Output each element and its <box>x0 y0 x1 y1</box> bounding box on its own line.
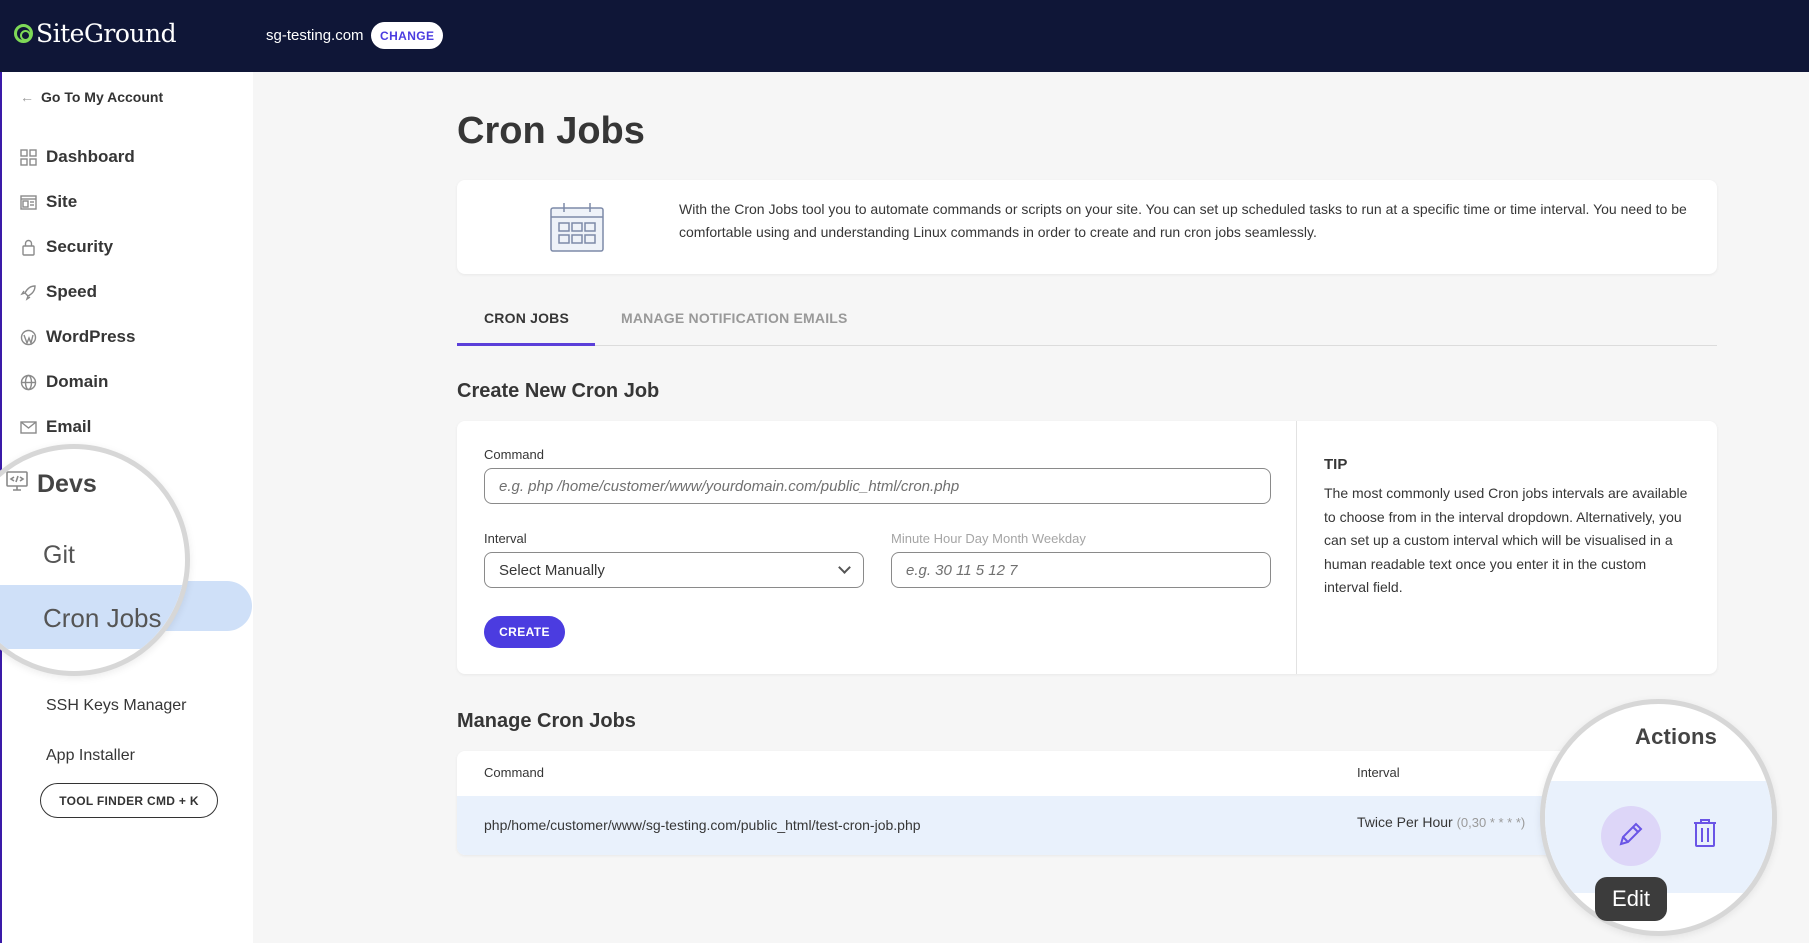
cron-jobs-table: Command Interval php/home/customer/www/s… <box>457 751 1717 855</box>
sidebar-item-speed[interactable]: Speed <box>20 282 97 302</box>
column-header-command: Command <box>484 765 544 780</box>
sidebar-item-wordpress[interactable]: WordPress <box>20 327 135 347</box>
sidebar-item-label: Email <box>46 417 92 436</box>
row-interval-expression: (0,30 * * * *) <box>1456 815 1526 830</box>
siteground-logo[interactable]: SiteGround <box>14 19 177 48</box>
sidebar-item-label: Security <box>46 237 114 256</box>
brand-name: SiteGround <box>36 19 177 48</box>
row-command: php/home/customer/www/sg-testing.com/pub… <box>484 817 921 833</box>
custom-interval-label: Minute Hour Day Month Weekday <box>891 531 1086 546</box>
sidebar-item-site[interactable]: Site <box>20 192 77 212</box>
sidebar-item-label: Speed <box>46 282 98 301</box>
grid-icon <box>20 148 37 166</box>
edit-tooltip: Edit <box>1595 877 1667 921</box>
row-interval-label: Twice Per Hour <box>1357 814 1453 830</box>
go-to-my-account-label: Go To My Account <box>41 89 164 105</box>
rocket-icon <box>20 284 37 301</box>
tip-text: The most commonly used Cron jobs interva… <box>1324 485 1688 595</box>
sidebar-item-dashboard[interactable]: Dashboard <box>20 147 135 167</box>
chevron-down-icon <box>838 561 851 574</box>
create-form: Command Interval Select Manually Minute … <box>457 421 1297 674</box>
sidebar-item-label: Site <box>46 192 78 211</box>
sidebar-item-devs[interactable]: Devs <box>5 469 97 500</box>
lock-icon <box>20 239 37 256</box>
envelope-icon <box>20 419 37 436</box>
arrow-left-icon: ← <box>20 89 34 105</box>
sidebar-item-label: Domain <box>46 372 109 391</box>
calendar-icon <box>550 202 604 257</box>
current-site-name: sg-testing.com <box>266 27 364 44</box>
create-section-title: Create New Cron Job <box>457 380 660 402</box>
manage-section-title: Manage Cron Jobs <box>457 710 636 732</box>
sidebar-item-label: WordPress <box>46 327 136 346</box>
tab-cron-jobs[interactable]: CRON JOBS <box>484 310 569 326</box>
command-input[interactable] <box>484 468 1271 504</box>
tab-bar: CRON JOBS MANAGE NOTIFICATION EMAILS <box>457 297 1717 346</box>
sidebar-item-cron-jobs[interactable]: Cron Jobs <box>43 603 162 634</box>
info-card: With the Cron Jobs tool you to automate … <box>457 180 1717 274</box>
pencil-icon <box>1617 820 1645 853</box>
siteground-logo-icon <box>14 24 33 43</box>
tool-finder-button[interactable]: TOOL FINDER CMD + K <box>40 783 218 818</box>
globe-icon <box>20 374 37 391</box>
sidebar-item-app-installer[interactable]: App Installer <box>46 747 135 765</box>
site-icon <box>20 194 37 211</box>
command-label: Command <box>484 447 544 462</box>
code-monitor-icon <box>5 469 29 500</box>
delete-button[interactable] <box>1693 818 1717 853</box>
sidebar-item-ssh-keys-manager[interactable]: SSH Keys Manager <box>46 697 187 715</box>
wordpress-icon <box>20 329 37 346</box>
sidebar-item-label: Dashboard <box>46 147 135 166</box>
column-header-interval: Interval <box>1357 765 1400 780</box>
tip-title: TIP <box>1324 456 1348 473</box>
go-to-my-account-link[interactable]: ← Go To My Account <box>20 89 163 105</box>
row-interval: Twice Per Hour (0,30 * * * *) <box>1357 814 1525 830</box>
interval-selected-value: Select Manually <box>499 561 605 579</box>
interval-label: Interval <box>484 531 527 546</box>
page-title: Cron Jobs <box>457 110 645 152</box>
tab-manage-notification-emails[interactable]: MANAGE NOTIFICATION EMAILS <box>621 310 848 326</box>
table-row: php/home/customer/www/sg-testing.com/pub… <box>457 796 1717 855</box>
sidebar-item-email[interactable]: Email <box>20 417 91 437</box>
column-header-actions: Actions <box>1635 724 1718 749</box>
active-tab-indicator <box>457 343 595 346</box>
info-description: With the Cron Jobs tool you to automate … <box>679 201 1687 240</box>
actions-row-highlight <box>1545 781 1772 893</box>
create-button[interactable]: CREATE <box>484 616 565 648</box>
sidebar-item-security[interactable]: Security <box>20 237 113 257</box>
edit-button[interactable] <box>1601 806 1661 866</box>
sidebar-item-domain[interactable]: Domain <box>20 372 108 392</box>
interval-select[interactable]: Select Manually <box>484 552 864 588</box>
trash-icon <box>1694 819 1716 847</box>
create-cron-card: Command Interval Select Manually Minute … <box>457 421 1717 674</box>
custom-interval-input[interactable] <box>891 552 1271 588</box>
top-bar: SiteGround sg-testing.com CHANGE <box>0 0 1809 72</box>
change-site-button[interactable]: CHANGE <box>371 22 444 49</box>
sidebar-item-label: Devs <box>37 470 97 498</box>
sidebar-item-git[interactable]: Git <box>43 541 75 570</box>
